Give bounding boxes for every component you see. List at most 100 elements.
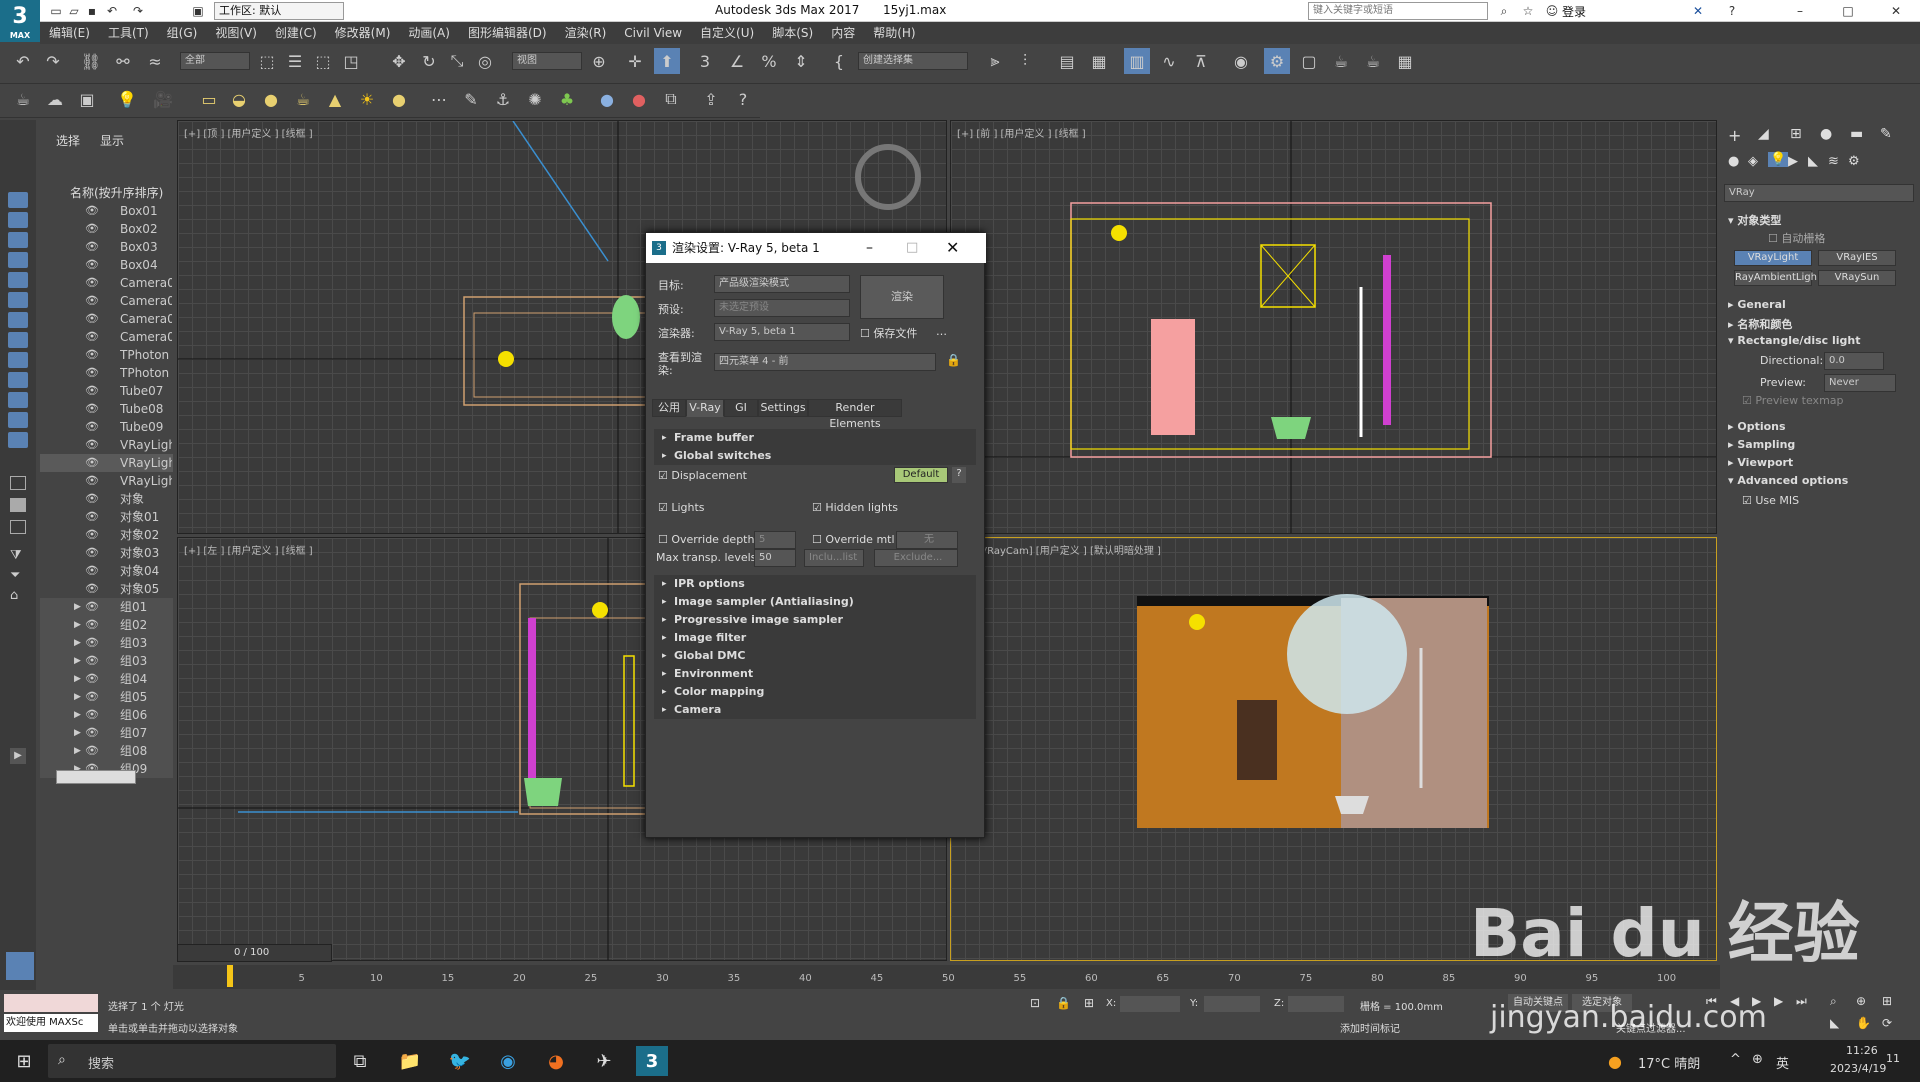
list-item[interactable]: 👁 Tube07 [40, 382, 173, 400]
curve-editor-icon[interactable]: ∿ [1156, 48, 1182, 74]
hidden-lights-checkbox[interactable]: ☑ Hidden lights [812, 501, 898, 514]
display-cameras-icon[interactable] [8, 272, 28, 288]
spinner-snap-icon[interactable]: ⇕ [788, 48, 814, 74]
pivot-center-icon[interactable]: ⊕ [586, 48, 612, 74]
list-item[interactable]: 👁 Box02 [40, 220, 173, 238]
target-dropdown[interactable]: 产品级渲染模式 [714, 275, 850, 293]
lock-icon[interactable]: 🔒 [946, 353, 961, 367]
list-item[interactable]: 👁 VRayLigh [40, 436, 173, 454]
open-file-icon[interactable]: ▱ [66, 3, 82, 19]
group-item[interactable]: ▶ 👁 组02 [40, 616, 173, 634]
rollout-progressive-sampler[interactable]: Progressive image sampler [654, 611, 976, 629]
expand-icon[interactable]: ▶ [74, 670, 81, 688]
visibility-eye-icon[interactable]: 👁 [85, 400, 99, 418]
list-item[interactable]: 👁 Camera0 [40, 310, 173, 328]
visibility-eye-icon[interactable]: 👁 [85, 454, 99, 472]
task-view-icon[interactable]: ⧉ [344, 1046, 376, 1076]
angle-snap-icon[interactable]: ∠ [724, 48, 750, 74]
file-explorer-icon[interactable]: 📁 [394, 1046, 426, 1076]
visibility-eye-icon[interactable]: 👁 [85, 670, 99, 688]
visibility-eye-icon[interactable]: 👁 [85, 256, 99, 274]
taskbar-search-box[interactable]: ⌕ 搜索 [48, 1044, 336, 1078]
expand-icon[interactable]: ▶ [74, 724, 81, 742]
toggle-ribbon-icon[interactable]: ▥ [1124, 48, 1150, 74]
app-bird-icon[interactable]: 🐦 [444, 1046, 476, 1076]
list-item[interactable]: 👁 Box03 [40, 238, 173, 256]
visibility-eye-icon[interactable]: 👁 [85, 652, 99, 670]
group-item[interactable]: ▶ 👁 组03 [40, 652, 173, 670]
list-item[interactable]: 👁 TPhoton [40, 364, 173, 382]
vrayies-button[interactable]: VRayIES [1818, 250, 1896, 266]
preview-dropdown[interactable]: Never [1824, 374, 1896, 392]
expand-icon[interactable]: ▶ [74, 742, 81, 760]
displacement-checkbox[interactable]: ☑ Displacement [658, 469, 747, 482]
list-item[interactable]: 👁 对象05 [40, 580, 173, 598]
group-item[interactable]: ▶ 👁 组06 [40, 706, 173, 724]
display-tab-icon[interactable]: ▬ [1850, 126, 1863, 142]
list-item[interactable]: 👁 对象01 [40, 508, 173, 526]
menu-edit[interactable]: 编辑(E) [40, 22, 99, 44]
visibility-eye-icon[interactable]: 👁 [85, 544, 99, 562]
list-item[interactable]: 👁 VRayLigh [40, 472, 173, 490]
help-search-input[interactable]: 键入关键字或短语 [1308, 2, 1488, 20]
render-setup-icon[interactable]: ⚙ [1264, 48, 1290, 74]
keyboard-shortcut-override-icon[interactable]: ⬆ [654, 48, 680, 74]
isolate-selection-icon[interactable]: ⊡ [1030, 996, 1040, 1010]
input-language[interactable]: 英 [1776, 1053, 1789, 1072]
link-icon[interactable]: ⛓ [78, 48, 104, 74]
visibility-eye-icon[interactable]: 👁 [85, 724, 99, 742]
vray-plane-icon[interactable]: ⚓ [490, 86, 516, 112]
menu-rendering[interactable]: 渲染(R) [556, 22, 616, 44]
cameras-category-icon[interactable]: ▶ [1788, 154, 1798, 169]
display-groups-icon[interactable] [8, 332, 28, 348]
menu-help[interactable]: 帮助(H) [864, 22, 924, 44]
visibility-eye-icon[interactable]: 👁 [85, 328, 99, 346]
tab-display[interactable]: 显示 [100, 132, 124, 149]
go-to-end-icon[interactable]: ⏭ [1796, 994, 1807, 1009]
vray-dome-light-icon[interactable]: ◒ [226, 86, 252, 112]
viewport-layout-icon[interactable] [6, 952, 34, 980]
group-item[interactable]: ▶ 👁 组05 [40, 688, 173, 706]
display-containers-icon[interactable] [8, 392, 28, 408]
general-rollout[interactable]: ▸ General [1728, 298, 1786, 311]
sampling-rollout[interactable]: ▸ Sampling [1728, 438, 1795, 451]
network-icon[interactable]: ⊕ [1752, 1052, 1763, 1067]
orbit-icon[interactable]: ⟳ [1882, 1016, 1892, 1030]
vray-fur-icon[interactable]: ✎ [458, 86, 484, 112]
default-mode-button[interactable]: Default [894, 467, 948, 483]
visibility-eye-icon[interactable]: 👁 [85, 472, 99, 490]
user-icon[interactable]: ☺ [1544, 3, 1560, 19]
rollout-camera[interactable]: Camera [654, 701, 976, 719]
view-to-render-dropdown[interactable]: 四元菜单 4 - 前 [714, 353, 936, 371]
vray-material-icon[interactable]: ● [626, 86, 652, 112]
lights-checkbox[interactable]: ☑ Lights [658, 501, 705, 514]
expand-icon[interactable]: ▶ [74, 616, 81, 634]
render-active-shade-icon[interactable]: ▦ [1392, 48, 1418, 74]
tab-vray[interactable]: V-Ray [686, 399, 724, 417]
expand-panel-icon[interactable]: ▶ [10, 748, 26, 764]
list-item[interactable]: 👁 对象04 [40, 562, 173, 580]
time-slider[interactable]: 0 / 100 [177, 944, 332, 962]
motion-tab-icon[interactable]: ● [1820, 126, 1832, 142]
horizontal-scrollbar[interactable] [56, 770, 136, 784]
advanced-options-rollout[interactable]: ▾ Advanced options [1728, 474, 1848, 487]
edge-browser-icon[interactable]: ◉ [492, 1046, 524, 1076]
save-file-icon[interactable]: ▪ [84, 3, 100, 19]
menu-scripting[interactable]: 脚本(S) [763, 22, 822, 44]
clock-time[interactable]: 11:26 [1846, 1044, 1878, 1057]
vray-ambient-light-icon[interactable]: ● [386, 86, 412, 112]
list-item[interactable]: 👁 Box04 [40, 256, 173, 274]
modify-tab-icon[interactable]: ◢ [1758, 126, 1769, 142]
include-list-dropdown[interactable]: Inclu...list [804, 549, 864, 567]
vray-meta-balls-icon[interactable]: ✺ [522, 86, 548, 112]
project-icon[interactable]: ▣ [190, 3, 206, 19]
group-item[interactable]: ▶ 👁 组08 [40, 742, 173, 760]
undo-icon[interactable]: ↶ [104, 3, 120, 19]
visibility-eye-icon[interactable]: 👁 [85, 418, 99, 436]
list-item[interactable]: 👁 Camera0 [40, 274, 173, 292]
sort-icon[interactable]: ⌂ [10, 588, 18, 603]
z-coord-field[interactable] [1288, 996, 1344, 1012]
rollout-environment[interactable]: Environment [654, 665, 976, 683]
sort-column-header[interactable]: 名称(按升序排序) [70, 184, 163, 201]
vray-teapot-icon[interactable]: ☕ [10, 86, 36, 112]
